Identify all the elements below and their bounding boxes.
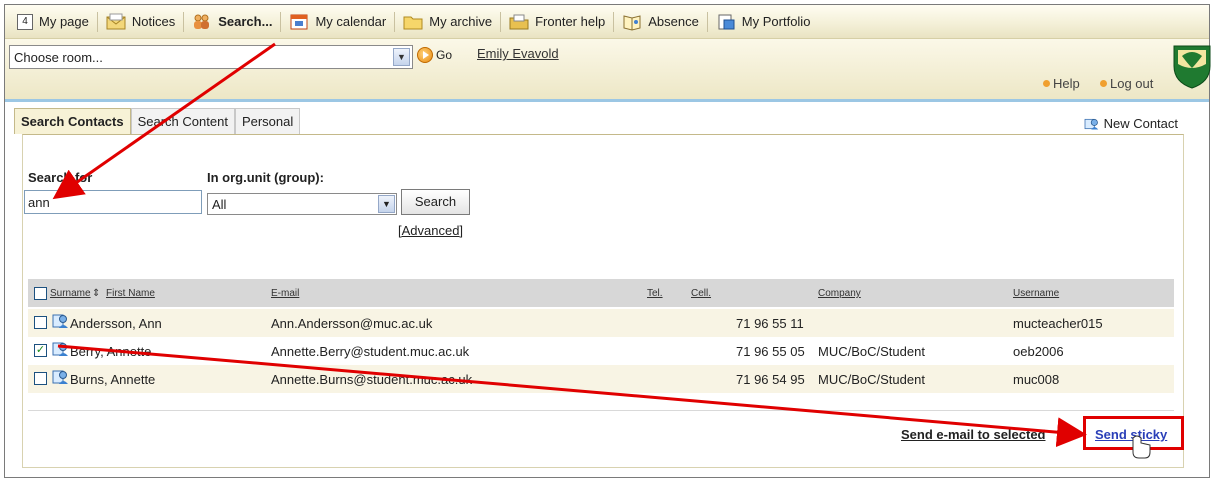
contact-company: MUC/BoC/Student [818, 372, 925, 387]
search-button[interactable]: Search [401, 189, 470, 215]
portfolio-icon [716, 13, 736, 31]
annotation-highlight-box [1083, 416, 1184, 450]
logout-link[interactable]: Log out [1100, 76, 1153, 91]
go-label: Go [436, 48, 453, 62]
contact-company: MUC/BoC/Student [818, 344, 925, 359]
nav-absence[interactable]: Absence [614, 9, 707, 35]
contact-email: Ann.Andersson@muc.ac.uk [271, 316, 433, 331]
help-link[interactable]: Help [1043, 76, 1080, 91]
advanced-search-link[interactable]: [Advanced] [398, 223, 463, 238]
go-button[interactable]: Go [417, 47, 452, 63]
top-navigation: 4 My page Notices Search... My calendar [5, 5, 1209, 39]
nav-label: My archive [429, 14, 493, 29]
row-checkbox-checked[interactable]: ✓ [34, 344, 47, 357]
org-unit-label: In org.unit (group): [207, 170, 324, 185]
contact-email: Annette.Burns@student.muc.ac.uk [271, 372, 473, 387]
col-email[interactable]: E-mail [271, 288, 299, 299]
nav-label: Search... [218, 14, 273, 29]
help-folder-icon [509, 13, 529, 31]
nav-label: Absence [648, 14, 699, 29]
search-input[interactable]: ann [24, 190, 202, 214]
contact-name[interactable]: Berry, Annette [70, 344, 151, 359]
contact-cell: 71 96 55 11 [736, 316, 804, 331]
table-row: Burns, Annette Annette.Burns@student.muc… [28, 365, 1174, 393]
search-for-label: Search for [28, 170, 93, 185]
contact-username: oeb2006 [1013, 344, 1064, 359]
room-bar: Choose room... ▼ Go [5, 39, 1209, 102]
nav-search[interactable]: Search... [184, 9, 280, 35]
table-row: Andersson, Ann Ann.Andersson@muc.ac.uk 7… [28, 309, 1174, 337]
col-username[interactable]: Username [1013, 288, 1059, 299]
nav-label: My Portfolio [741, 14, 811, 29]
bullet-icon [1100, 80, 1107, 87]
help-label: Help [1053, 76, 1080, 91]
contact-username: mucteacher015 [1013, 316, 1103, 331]
sort-icon[interactable]: ⇕ [92, 288, 100, 299]
search-tabs: Search Contacts Search Content Personal [14, 108, 301, 134]
go-arrow-icon [417, 47, 433, 63]
table-row: ✓ Berry, Annette Annette.Berry@student.m… [28, 337, 1174, 365]
add-contact-icon [1084, 117, 1100, 131]
org-unit-select[interactable]: All ▼ [207, 193, 397, 215]
divider [28, 410, 1174, 411]
folder-icon [403, 13, 423, 31]
nav-label: My calendar [315, 14, 387, 29]
contact-cell: 71 96 55 05 [736, 344, 805, 359]
send-email-link[interactable]: Send e-mail to selected [901, 427, 1046, 442]
nav-fronter-help[interactable]: Fronter help [501, 9, 613, 35]
contact-card-icon [52, 370, 68, 384]
select-all-checkbox[interactable] [34, 287, 47, 300]
col-first-name[interactable]: First Name [106, 288, 155, 299]
col-surname[interactable]: Surname [50, 288, 91, 299]
new-contact-label: New Contact [1103, 116, 1178, 131]
nav-notices[interactable]: Notices [98, 9, 183, 35]
nav-my-archive[interactable]: My archive [395, 9, 500, 35]
calendar-4-icon: 4 [17, 13, 33, 30]
nav-my-portfolio[interactable]: My Portfolio [708, 9, 819, 35]
nav-label: Fronter help [535, 14, 606, 29]
tab-search-contacts[interactable]: Search Contacts [14, 108, 131, 134]
tab-search-content[interactable]: Search Content [130, 108, 235, 134]
col-cell[interactable]: Cell. [691, 288, 711, 299]
chevron-down-icon[interactable]: ▼ [393, 48, 410, 66]
nav-label: Notices [131, 14, 176, 29]
book-icon [622, 13, 642, 31]
school-crest-logo [1173, 45, 1211, 89]
tab-personal[interactable]: Personal [234, 108, 301, 134]
org-unit-value: All [212, 197, 227, 212]
contact-name[interactable]: Burns, Annette [70, 372, 155, 387]
contact-card-icon [52, 314, 68, 328]
contact-name[interactable]: Andersson, Ann [70, 316, 162, 331]
nav-my-calendar[interactable]: My calendar [281, 9, 394, 35]
contact-card-icon [52, 342, 68, 356]
results-table-header: Surname ⇕ First Name E-mail Tel. Cell. C… [28, 279, 1174, 307]
nav-my-page[interactable]: 4 My page [9, 9, 97, 35]
chevron-down-icon[interactable]: ▼ [378, 195, 395, 213]
bullet-icon [1043, 80, 1050, 87]
contact-cell: 71 96 54 95 [736, 372, 805, 387]
room-select-value: Choose room... [14, 50, 103, 65]
envelope-icon [106, 13, 126, 31]
contact-username: muc008 [1013, 372, 1060, 387]
col-company[interactable]: Company [818, 288, 861, 299]
contact-email: Annette.Berry@student.muc.ac.uk [271, 344, 470, 359]
nav-label: My page [39, 14, 89, 29]
col-tel[interactable]: Tel. [647, 288, 663, 299]
calendar-icon [289, 13, 309, 31]
logout-label: Log out [1110, 76, 1154, 91]
row-checkbox[interactable] [34, 372, 47, 385]
new-contact-link[interactable]: New Contact [1084, 116, 1178, 131]
room-select[interactable]: Choose room... ▼ [9, 45, 413, 69]
people-search-icon [192, 13, 212, 31]
row-checkbox[interactable] [34, 316, 47, 329]
user-name-link[interactable]: Emily Evavold [477, 46, 559, 61]
